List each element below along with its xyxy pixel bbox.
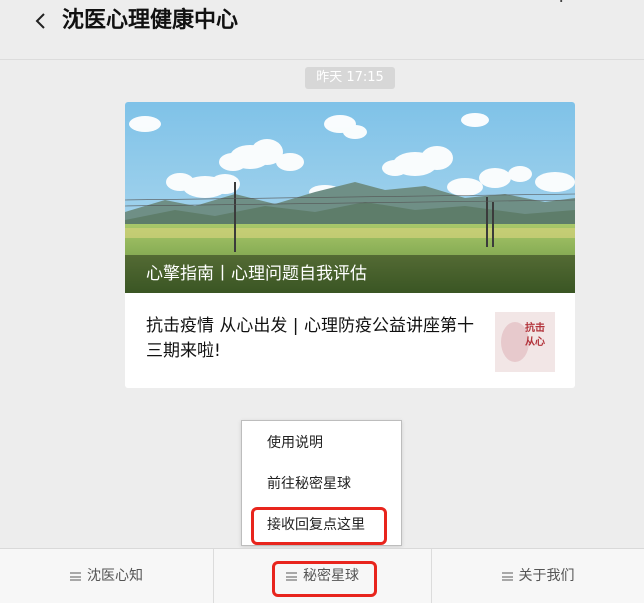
menu-lines-icon	[501, 572, 513, 581]
submenu-item-instructions[interactable]: 使用说明	[242, 423, 402, 463]
sub-article-title: 抗击疫情 从心出发 | 心理防疫公益讲座第十三期来啦!	[146, 316, 474, 361]
chat-header: 沈医心理健康中心 +	[0, 0, 644, 60]
highlight-annotation-menu	[272, 561, 377, 597]
chevron-left-icon	[35, 13, 45, 29]
thumbnail-text: 抗击 从心	[525, 323, 545, 348]
article-card[interactable]: 心擎指南丨心理问题自我评估 抗击疫情 从心出发 | 心理防疫公益讲座第十三期来啦…	[125, 102, 575, 388]
page-title: 沈医心理健康中心	[62, 8, 239, 33]
back-button[interactable]	[28, 6, 54, 36]
sub-article-thumbnail: 抗击 从心	[495, 312, 555, 372]
menu-button-about-us[interactable]: 关于我们	[432, 549, 644, 603]
sub-article[interactable]: 抗击疫情 从心出发 | 心理防疫公益讲座第十三期来啦! 抗击 从心	[125, 293, 575, 388]
plus-icon[interactable]: +	[552, 0, 572, 7]
menu-button-shenyi-xinzhi[interactable]: 沈医心知	[0, 549, 213, 603]
cover-caption: 心擎指南丨心理问题自我评估	[125, 255, 575, 293]
submenu-item-secret-planet[interactable]: 前往秘密星球	[242, 464, 402, 504]
article-cover-image[interactable]: 心擎指南丨心理问题自我评估	[125, 102, 575, 293]
message-timestamp: 昨天 17:15	[305, 67, 395, 89]
menu-button-label: 沈医心知	[87, 568, 143, 584]
highlight-annotation-submenu	[251, 507, 387, 545]
menu-lines-icon	[70, 572, 81, 581]
menu-button-label: 关于我们	[518, 568, 575, 584]
